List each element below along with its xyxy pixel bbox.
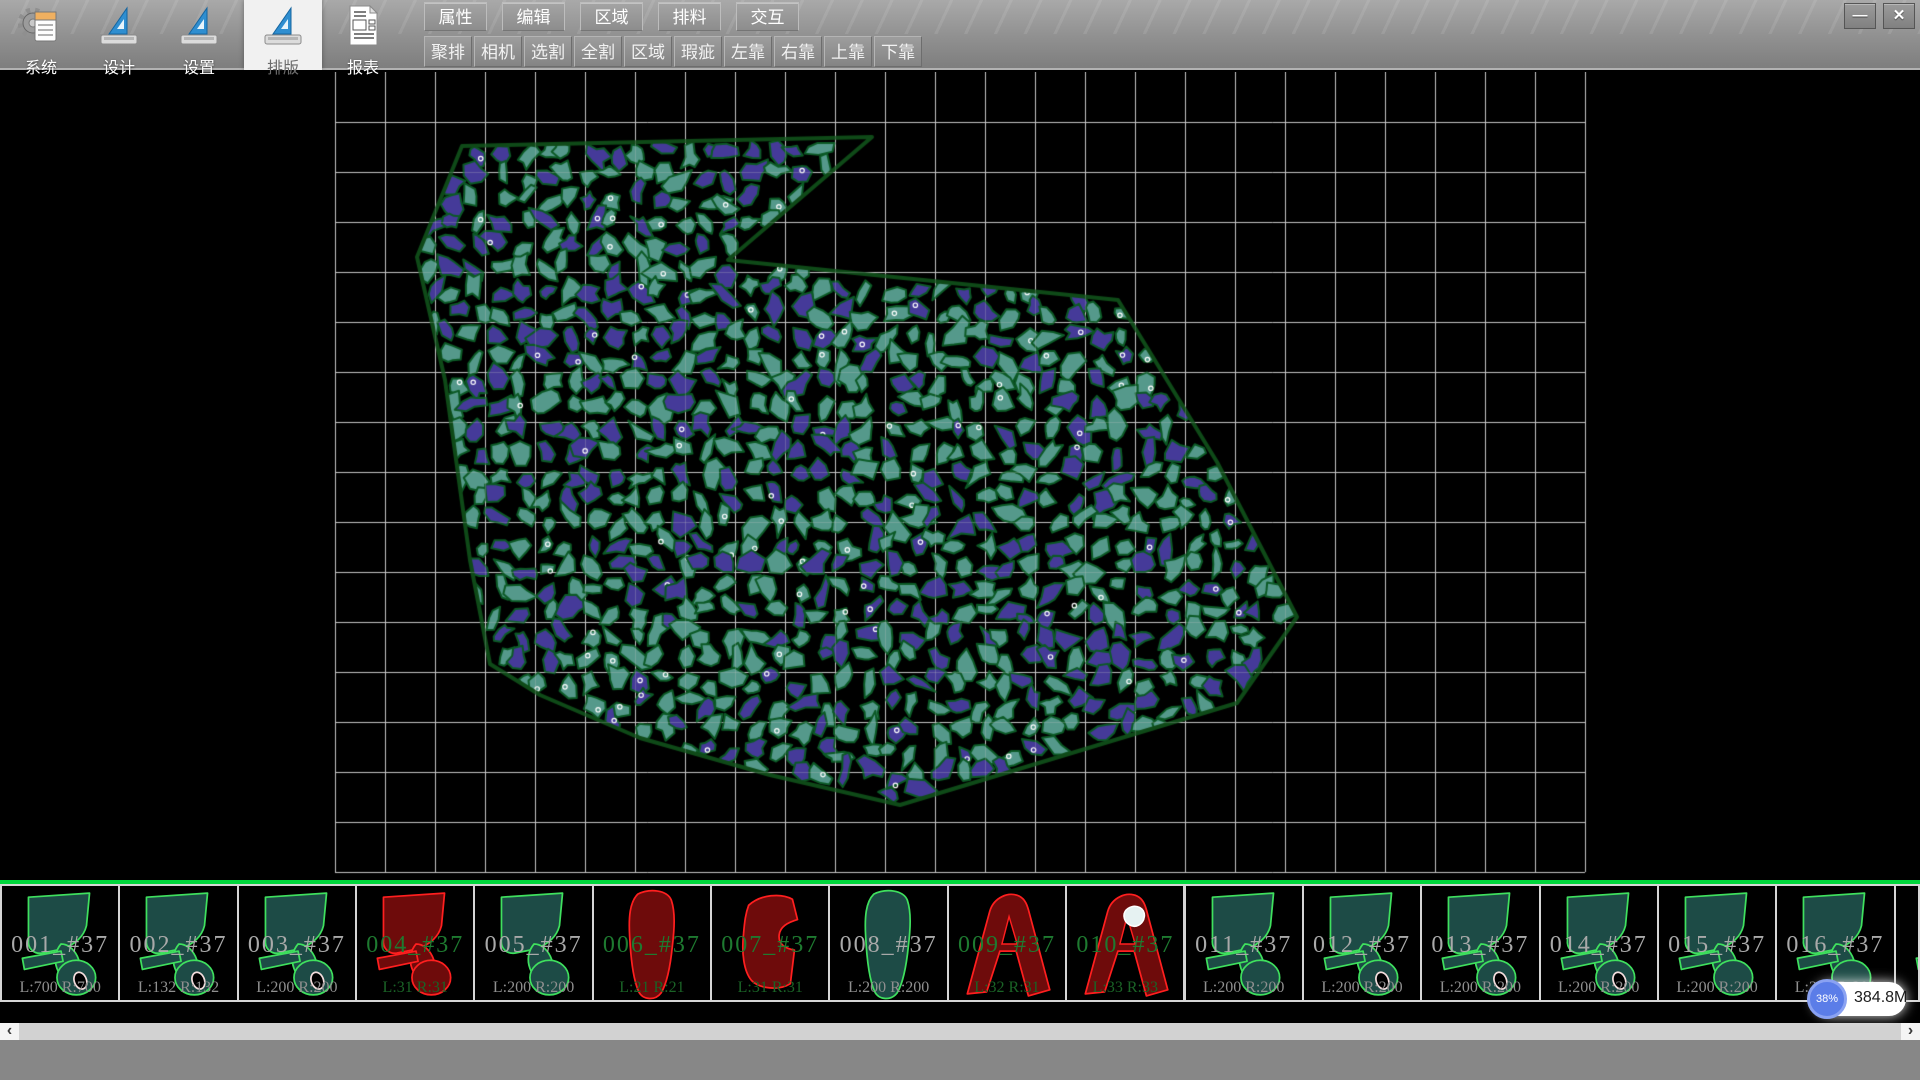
part-title: 011_#37 (1186, 932, 1302, 959)
bottom-status-bar (0, 1040, 1920, 1080)
window-controls: — ✕ (1844, 3, 1915, 29)
part-thumbnail[interactable]: 012_#37 L:200 R:200 (1302, 884, 1422, 1002)
part-thumbnail[interactable]: 009_#37 L:32 R:31 (947, 884, 1067, 1002)
nav-tab-layout[interactable]: 排版 (244, 0, 322, 70)
nav-tab-system[interactable]: 系统 (6, 0, 76, 70)
progress-circle: 38% (1807, 979, 1847, 1019)
part-thumbnail[interactable]: 011_#37 L:200 R:200 (1184, 884, 1304, 1002)
menu-region[interactable]: 区域 (580, 2, 643, 31)
menu-nesting[interactable]: 排料 (658, 2, 721, 31)
scroll-right-icon[interactable]: › (1901, 1023, 1920, 1040)
part-thumbnail[interactable]: 002_#37 L:132 R:132 (118, 884, 238, 1002)
part-thumbnail[interactable]: 005_#37 L:200 R:200 (473, 884, 593, 1002)
menu-row-tools: 聚排 相机 选割 全割 区域 瑕疵 左靠 右靠 上靠 下靠 (424, 36, 922, 67)
menu-interact[interactable]: 交互 (736, 2, 799, 31)
part-lr-count: L:200 R:200 (1304, 979, 1420, 997)
nav-label-layout: 排版 (267, 54, 299, 78)
minimize-button[interactable]: — (1844, 3, 1876, 29)
main-toolbar: 系统 设计 设置 (0, 0, 1920, 70)
application-window: 系统 设计 设置 (0, 0, 1920, 1080)
progress-percent: 38% (1816, 993, 1838, 1005)
tool-align-top[interactable]: 上靠 (824, 36, 872, 67)
tool-region[interactable]: 区域 (624, 36, 672, 67)
nav-tab-settings[interactable]: 设置 (164, 0, 234, 70)
part-thumbnail[interactable]: 013_#37 L:200 R:200 (1420, 884, 1540, 1002)
part-lr-count: L:132 R:132 (120, 979, 236, 997)
memory-size: 384.8M (1854, 989, 1907, 1007)
tool-select-cut[interactable]: 选割 (524, 36, 572, 67)
part-lr-count: L:33 R:33 (1067, 979, 1183, 997)
part-thumbnail[interactable]: 015_#37 L:200 R:200 (1657, 884, 1777, 1002)
nesting-canvas[interactable] (0, 72, 1920, 880)
part-title: 001_#37 (2, 932, 118, 959)
part-lr-count: L:21 R:21 (594, 979, 710, 997)
part-lr-count: L:200 R:200 (1422, 979, 1538, 997)
part-lr-count: L:700 R:700 (2, 979, 118, 997)
tool-cluster-nest[interactable]: 聚排 (424, 36, 472, 67)
part-title: 012_#37 (1304, 932, 1420, 959)
menu-row-top: 属性 编辑 区域 排料 交互 (424, 2, 922, 31)
nav-tab-report[interactable]: 报表 (328, 0, 398, 70)
nav-label-design: 设计 (103, 54, 135, 78)
nav-label-report: 报表 (347, 54, 379, 78)
part-lr-count: L:200 R:200 (475, 979, 591, 997)
tool-align-bottom[interactable]: 下靠 (874, 36, 922, 67)
part-thumbnail[interactable]: 007_#37 L:31 R:31 (710, 884, 830, 1002)
parts-strip: 001_#37L:700 R:700002_#37L:132 R:132003_… (0, 884, 1920, 1002)
nav-label-system: 系统 (25, 54, 57, 78)
report-document-icon (340, 3, 386, 54)
part-title: 013_#37 (1422, 932, 1538, 959)
part-thumbnail[interactable]: 001_#37 L:700 R:700 (0, 884, 120, 1002)
nav-tab-design[interactable]: 设计 (84, 0, 154, 70)
part-thumbnail[interactable]: 010_#37 L:33 R:33 (1065, 884, 1185, 1002)
part-lr-count: L:200 R:200 (1186, 979, 1302, 997)
part-thumbnail[interactable]: 003_#37 L:200 R:200 (237, 884, 357, 1002)
part-thumbnail[interactable]: 004_#37 L:31 R:31 (355, 884, 475, 1002)
part-title: 006_#37 (594, 932, 710, 959)
part-title: 007_#37 (712, 932, 828, 959)
part-thumbnail[interactable]: 006_#37 L:21 R:21 (592, 884, 712, 1002)
part-lr-count: L:31 R:31 (712, 979, 828, 997)
part-lr-count: L:200 R:200 (830, 979, 946, 997)
part-lr-count: L:32 R:31 (949, 979, 1065, 997)
part-lr-count: L:200 R:200 (239, 979, 355, 997)
part-lr-count: L:200 R:200 (1541, 979, 1657, 997)
ruler-icon (260, 3, 306, 54)
part-title: 003_#37 (239, 932, 355, 959)
part-title: 005_#37 (475, 932, 591, 959)
part-shape (1899, 887, 1920, 1001)
part-title: 002_#37 (120, 932, 236, 959)
nav-label-settings: 设置 (183, 54, 215, 78)
part-title: 008_#37 (830, 932, 946, 959)
system-gear-icon (18, 3, 64, 54)
menu-properties[interactable]: 属性 (424, 2, 487, 31)
part-thumbnail[interactable]: 014_#37 L:200 R:200 (1539, 884, 1659, 1002)
tool-cut-all[interactable]: 全割 (574, 36, 622, 67)
tool-camera[interactable]: 相机 (474, 36, 522, 67)
scroll-left-icon[interactable]: ‹ (0, 1023, 19, 1040)
part-thumbnail[interactable]: 008_#37 L:200 R:200 (828, 884, 948, 1002)
part-title: 010_#37 (1067, 932, 1183, 959)
horizontal-scrollbar[interactable]: ‹ › (0, 1023, 1920, 1040)
strip-bottom-gap (0, 1002, 1920, 1023)
part-title: 004_#37 (357, 932, 473, 959)
part-lr-count: L:200 R:200 (1659, 979, 1775, 997)
menu-area: 属性 编辑 区域 排料 交互 聚排 相机 选割 全割 区域 瑕疵 左靠 右靠 上… (424, 0, 922, 67)
ruler-icon (96, 3, 142, 54)
close-button[interactable]: ✕ (1883, 3, 1915, 29)
menu-edit[interactable]: 编辑 (502, 2, 565, 31)
part-title: 016_#37 (1777, 932, 1893, 959)
tool-align-left[interactable]: 左靠 (724, 36, 772, 67)
part-lr-count: L:31 R:31 (357, 979, 473, 997)
part-title: 015_#37 (1659, 932, 1775, 959)
part-title: 014_#37 (1541, 932, 1657, 959)
tool-defect[interactable]: 瑕疵 (674, 36, 722, 67)
tool-align-right[interactable]: 右靠 (774, 36, 822, 67)
memory-badge[interactable]: 38% 384.8M (1814, 982, 1906, 1016)
ruler-icon (176, 3, 222, 54)
part-title: 009_#37 (949, 932, 1065, 959)
